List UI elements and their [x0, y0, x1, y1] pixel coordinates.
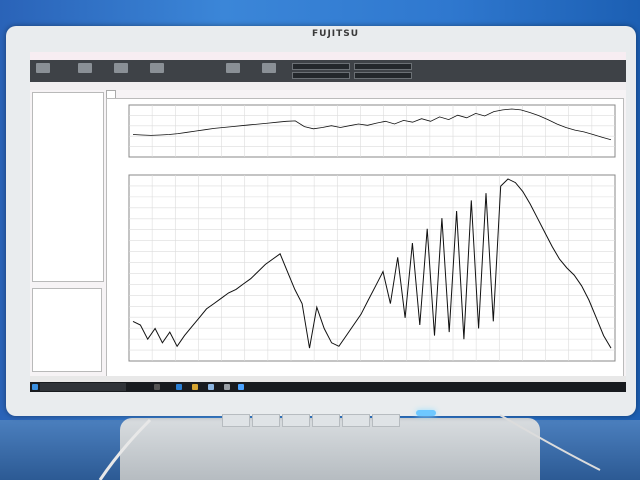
monitor-button[interactable]: [282, 414, 310, 427]
plot-area: [106, 98, 624, 378]
taskbar-search-input[interactable]: [40, 383, 126, 391]
monitor-screen: [30, 52, 626, 392]
menu-bar: [30, 82, 626, 90]
ribbon-toolbar: [30, 60, 626, 82]
chart-overview: [128, 104, 616, 158]
store-icon[interactable]: [208, 384, 214, 390]
ribbon-select[interactable]: [354, 72, 412, 79]
windows-taskbar: [30, 382, 626, 392]
ribbon-button[interactable]: [78, 63, 92, 73]
document-tabs: [106, 90, 622, 99]
windows-start-icon[interactable]: [32, 384, 38, 390]
active-app-icon[interactable]: [238, 384, 244, 390]
monitor-stand: [120, 418, 540, 480]
browser-icon[interactable]: [176, 384, 182, 390]
ribbon-button[interactable]: [114, 63, 128, 73]
monitor-button[interactable]: [252, 414, 280, 427]
chart-detail: [128, 174, 616, 362]
ribbon-button[interactable]: [226, 63, 240, 73]
ribbon-select[interactable]: [354, 63, 412, 70]
task-view-icon[interactable]: [154, 384, 160, 390]
monitor-button[interactable]: [222, 414, 250, 427]
monitor-front-buttons: [222, 414, 412, 427]
monitor-button[interactable]: [342, 414, 370, 427]
monitor-button[interactable]: [372, 414, 400, 427]
folder-icon[interactable]: [192, 384, 198, 390]
window-titlebar: [30, 52, 626, 60]
ribbon-select[interactable]: [292, 63, 350, 70]
log-panel: [32, 288, 102, 372]
ribbon-select[interactable]: [292, 72, 350, 79]
monitor-brand-logo: FUJITSU: [312, 29, 360, 39]
plot-frame: [128, 104, 616, 158]
tree-item[interactable]: [33, 93, 103, 97]
ribbon-button[interactable]: [262, 63, 276, 73]
plot-frame: [128, 174, 616, 362]
app-icon[interactable]: [224, 384, 230, 390]
power-led[interactable]: [416, 410, 436, 416]
project-tree-panel: [32, 92, 104, 282]
ribbon-button[interactable]: [36, 63, 50, 73]
spectrum-plots: [128, 104, 616, 362]
monitor-button[interactable]: [312, 414, 340, 427]
ribbon-button[interactable]: [150, 63, 164, 73]
